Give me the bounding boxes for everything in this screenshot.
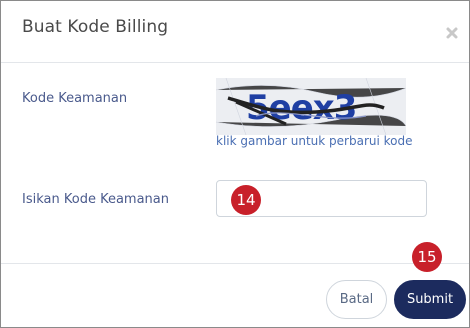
- modal-header: Buat Kode Billing: [1, 1, 469, 63]
- input-label: Isikan Kode Keamanan: [22, 192, 169, 207]
- captcha-refresh-hint[interactable]: klik gambar untuk perbarui kode: [216, 134, 413, 148]
- submit-button[interactable]: Submit: [394, 280, 466, 319]
- modal-title: Buat Kode Billing: [22, 17, 169, 37]
- close-icon[interactable]: [445, 25, 459, 39]
- security-code-label: Kode Keamanan: [22, 91, 128, 106]
- step-marker-15: 15: [412, 242, 442, 272]
- footer-divider: [1, 263, 469, 264]
- cancel-button[interactable]: Batal: [326, 280, 387, 319]
- step-marker-14: 14: [231, 185, 261, 215]
- captcha-image[interactable]: 5eex3: [216, 78, 406, 135]
- billing-code-modal: Buat Kode Billing Kode Keamanan 5eex3 kl…: [0, 0, 470, 328]
